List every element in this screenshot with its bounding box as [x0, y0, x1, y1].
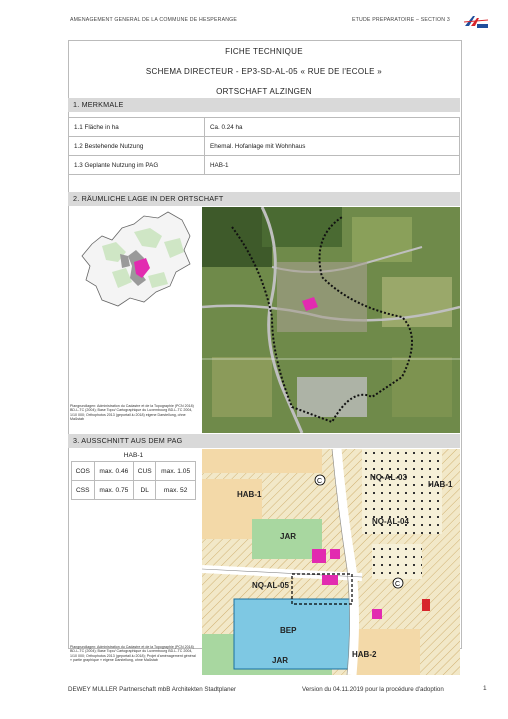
footer-author: DEWEY MULLER Partnerschaft mbB Architekt…: [68, 686, 237, 693]
table-cell: HAB-1: [204, 155, 460, 175]
map-label-nq-al-04: NQ-AL-04: [372, 517, 409, 526]
aerial-photo: [202, 207, 460, 433]
map-label-jar-south: JAR: [272, 656, 288, 665]
map-label-hab1: HAB-1: [237, 490, 262, 499]
table-row: 1.1 Fläche in ha Ca. 0.24 ha: [68, 117, 460, 137]
header-left: AMENAGEMENT GENERAL DE LA COMMUNE DE HES…: [70, 17, 238, 23]
table-cell: max. 1.05: [155, 461, 196, 481]
map-label-hab2: HAB-2: [352, 650, 377, 659]
map-label-bep: BEP: [280, 626, 297, 635]
table-cell: max. 52: [155, 480, 196, 500]
table-cell: 1.1 Fläche in ha: [68, 117, 205, 137]
map-label-nq-al-05: NQ-AL-05: [252, 581, 289, 590]
company-logo: [463, 16, 489, 28]
table-cell: CUS: [133, 461, 157, 481]
table-cell: Ehemal. Hofanlage mit Wohnhaus: [204, 136, 460, 156]
map-label-jar: JAR: [280, 532, 296, 541]
doc-locality: ORTSCHAFT ALZINGEN: [216, 87, 312, 96]
map-source-caption: Plangrundlagen: Administration du Cadast…: [70, 404, 194, 422]
pag-source-caption: Plangrundlagen: Administration du Cadast…: [70, 645, 196, 663]
section-lage: 2. RÄUMLICHE LAGE IN DER ORTSCHAFT: [68, 192, 460, 206]
map-label-nq-al-03: NQ-AL-03: [370, 473, 407, 482]
table-cell: max. 0.46: [93, 461, 135, 481]
merkmale-table: 1.1 Fläche in ha Ca. 0.24 ha 1.2 Bestehe…: [68, 117, 460, 175]
map-label-c: C: [395, 581, 400, 588]
table-row: CSS max. 0.75 DL max. 52: [71, 480, 196, 500]
section-pag: 3. AUSSCHNITT AUS DEM PAG: [68, 434, 460, 448]
table-cell: COS: [71, 461, 95, 481]
table-cell: DL: [133, 480, 157, 500]
doc-title: FICHE TECHNIQUE: [225, 47, 303, 56]
header-right: ETUDE PREPARATOIRE – SECTION 3: [352, 17, 450, 23]
pag-zone-title: HAB-1: [123, 452, 144, 459]
pag-map: HAB-1 HAB-1 JAR JAR NQ-AL-03 NQ-AL-04 NQ…: [202, 449, 460, 675]
table-cell: CSS: [71, 480, 95, 500]
table-row: COS max. 0.46 CUS max. 1.05: [71, 461, 196, 481]
section-merkmale: 1. MERKMALE: [68, 98, 460, 112]
doc-subtitle: SCHEMA DIRECTEUR - EP3-SD-AL-05 « RUE DE…: [145, 67, 383, 76]
overview-map: [81, 211, 191, 307]
table-cell: 1.3 Geplante Nutzung im PAG: [68, 155, 205, 175]
map-label-c: C: [317, 478, 322, 485]
table-cell: 1.2 Bestehende Nutzung: [68, 136, 205, 156]
footer-version: Version du 04.11.2019 pour la procédure …: [302, 686, 444, 693]
page-number: 1: [483, 685, 487, 692]
table-row: 1.3 Geplante Nutzung im PAG HAB-1: [68, 155, 460, 175]
pag-table: COS max. 0.46 CUS max. 1.05 CSS max. 0.7…: [71, 461, 196, 500]
table-cell: Ca. 0.24 ha: [204, 117, 460, 137]
table-cell: max. 0.75: [93, 480, 135, 500]
map-label-hab1-east: HAB-1: [428, 480, 453, 489]
table-row: 1.2 Bestehende Nutzung Ehemal. Hofanlage…: [68, 136, 460, 156]
